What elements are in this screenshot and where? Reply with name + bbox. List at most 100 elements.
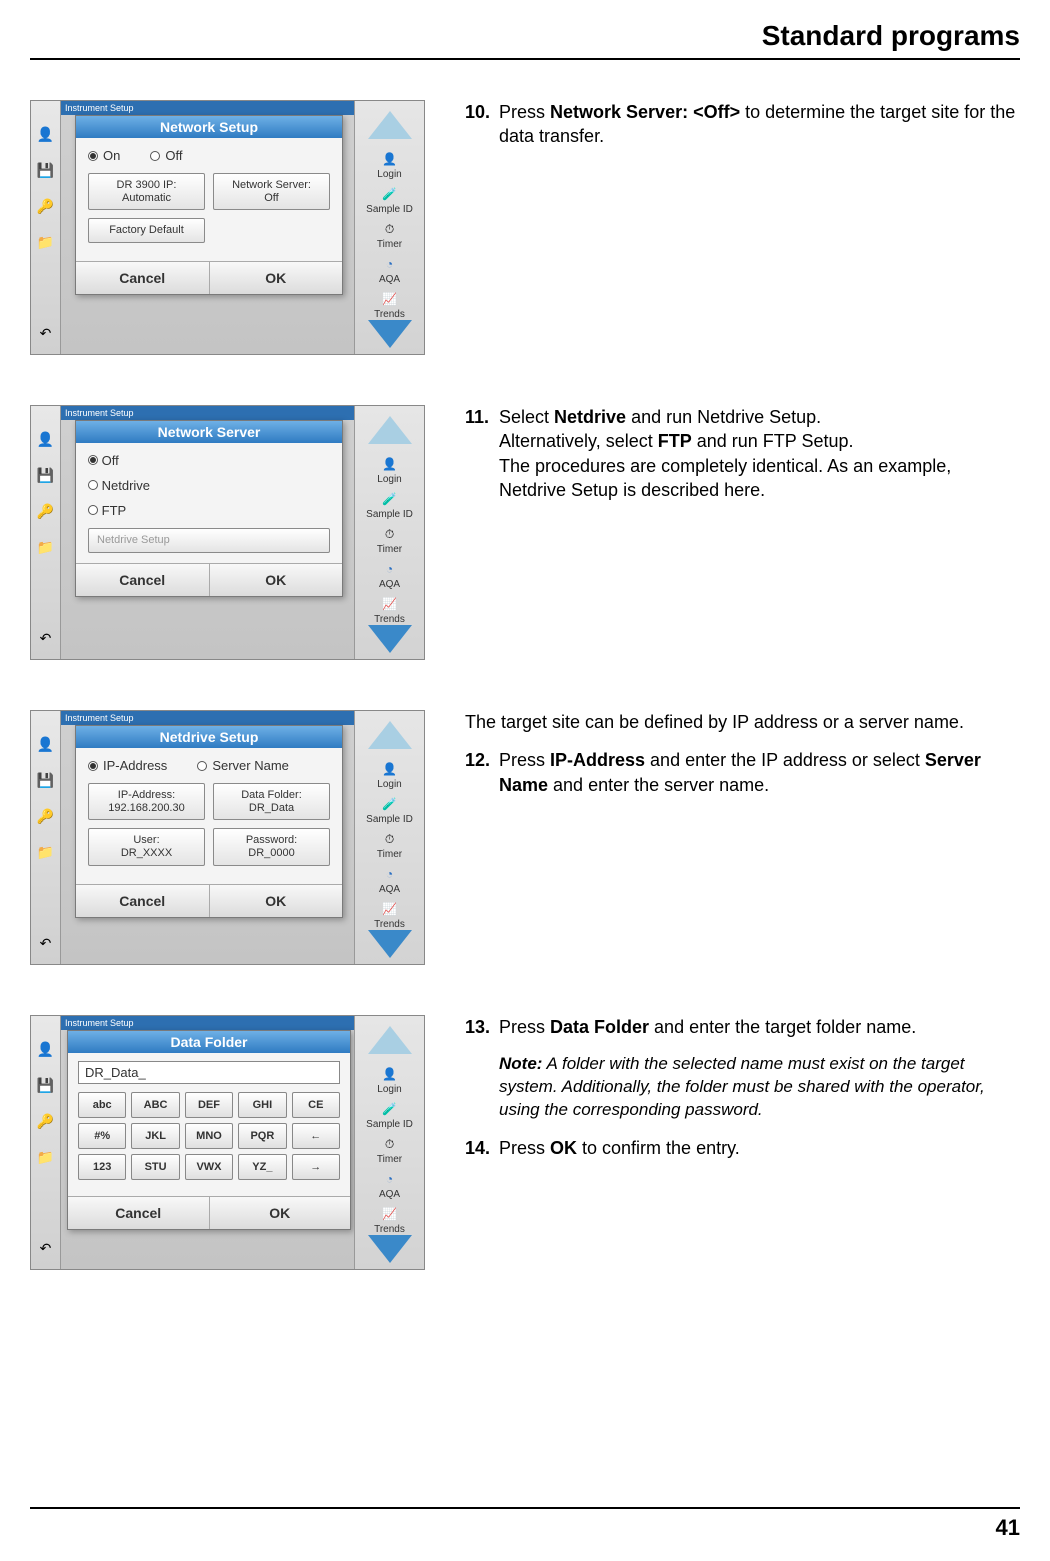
dialog-title: Netdrive Setup: [76, 726, 342, 748]
btn-network-server[interactable]: Network Server:Off: [213, 173, 330, 210]
radio-on-label: On: [103, 148, 120, 163]
radio-off[interactable]: Off: [88, 453, 330, 468]
keypad-key[interactable]: GHI: [238, 1092, 286, 1118]
disk-icon: 💾: [35, 464, 57, 486]
aqa-icon[interactable]: ◔: [380, 1171, 400, 1187]
radio-on[interactable]: On: [88, 148, 120, 163]
trends-icon[interactable]: 📈: [380, 596, 400, 612]
btn-data-folder[interactable]: Data Folder:DR_Data: [213, 783, 330, 820]
step-row-12: 👤 💾 🔑 📁 ↶ Instrument Setup Netdrive Setu…: [30, 710, 1020, 965]
ok-button[interactable]: OK: [210, 885, 343, 917]
radio-ip-address[interactable]: IP-Address: [88, 758, 167, 773]
arrow-up-icon[interactable]: [368, 416, 412, 444]
radio-ftp[interactable]: FTP: [88, 503, 330, 518]
step-text: Press Data Folder and enter the target f…: [499, 1015, 1020, 1039]
keypad-key[interactable]: JKL: [131, 1123, 179, 1149]
keypad-key[interactable]: PQR: [238, 1123, 286, 1149]
cancel-button[interactable]: Cancel: [76, 564, 210, 596]
radio-ftp-label: FTP: [102, 503, 127, 518]
sample-icon[interactable]: 🧪: [380, 491, 400, 507]
trends-label: Trends: [374, 309, 405, 320]
timer-label: Timer: [377, 1154, 402, 1165]
timer-icon[interactable]: ⏱: [380, 831, 400, 847]
folder-icon: 📁: [35, 536, 57, 558]
trends-icon[interactable]: 📈: [380, 291, 400, 307]
folder-icon: 📁: [35, 1146, 57, 1168]
sample-icon[interactable]: 🧪: [380, 1101, 400, 1117]
timer-label: Timer: [377, 239, 402, 250]
sample-label: Sample ID: [366, 204, 413, 215]
screenshot-network-setup: 👤 💾 🔑 📁 ↶ Instrument Setup Network Setup…: [30, 100, 425, 355]
aqa-icon[interactable]: ◔: [380, 866, 400, 882]
sample-label: Sample ID: [366, 1119, 413, 1130]
aqa-label: AQA: [379, 884, 400, 895]
btn-dr3900-ip[interactable]: DR 3900 IP:Automatic: [88, 173, 205, 210]
arrow-down-icon[interactable]: [368, 930, 412, 958]
page-number: 41: [996, 1515, 1020, 1540]
login-icon[interactable]: 👤: [380, 151, 400, 167]
radio-off-label: Off: [165, 148, 182, 163]
radio-off[interactable]: Off: [150, 148, 182, 163]
ok-button[interactable]: OK: [210, 1197, 351, 1229]
arrow-down-icon[interactable]: [368, 320, 412, 348]
keypad-key[interactable]: MNO: [185, 1123, 233, 1149]
step-text: Press IP-Address and enter the IP addres…: [499, 748, 1020, 797]
cancel-button[interactable]: Cancel: [76, 885, 210, 917]
arrow-up-icon[interactable]: [368, 1026, 412, 1054]
dialog-title: Network Server: [76, 421, 342, 443]
radio-sn-label: Server Name: [212, 758, 289, 773]
keypad-key[interactable]: ←: [292, 1123, 340, 1149]
ok-button[interactable]: OK: [210, 262, 343, 294]
keypad-key[interactable]: STU: [131, 1154, 179, 1180]
sample-icon[interactable]: 🧪: [380, 186, 400, 202]
aqa-icon[interactable]: ◔: [380, 256, 400, 272]
ok-button[interactable]: OK: [210, 564, 343, 596]
aqa-icon[interactable]: ◔: [380, 561, 400, 577]
step-number: 13.: [465, 1015, 499, 1039]
text-input[interactable]: DR_Data_: [78, 1061, 340, 1084]
step-number: 11.: [465, 405, 499, 502]
trends-icon[interactable]: 📈: [380, 901, 400, 917]
timer-icon[interactable]: ⏱: [380, 221, 400, 237]
cancel-button[interactable]: Cancel: [76, 262, 210, 294]
btn-ip-address[interactable]: IP-Address:192.168.200.30: [88, 783, 205, 820]
keypad-key[interactable]: 123: [78, 1154, 126, 1180]
radio-server-name[interactable]: Server Name: [197, 758, 289, 773]
timer-label: Timer: [377, 544, 402, 555]
btn-netdrive-setup[interactable]: Netdrive Setup: [88, 528, 330, 553]
keypad-key[interactable]: DEF: [185, 1092, 233, 1118]
step-text: Press Network Server: <Off> to determine…: [499, 100, 1020, 149]
keypad-key[interactable]: ABC: [131, 1092, 179, 1118]
dialog-data-folder: Data Folder DR_Data_ abcABCDEFGHICE #%JKL…: [67, 1030, 351, 1230]
timer-icon[interactable]: ⏱: [380, 1136, 400, 1152]
arrow-down-icon[interactable]: [368, 625, 412, 653]
arrow-up-icon[interactable]: [368, 721, 412, 749]
keypad-key[interactable]: YZ_: [238, 1154, 286, 1180]
login-icon[interactable]: 👤: [380, 1066, 400, 1082]
dialog-title: Data Folder: [68, 1031, 350, 1053]
sample-icon[interactable]: 🧪: [380, 796, 400, 812]
window-strip: Instrument Setup: [61, 406, 354, 420]
keypad-key[interactable]: VWX: [185, 1154, 233, 1180]
login-icon[interactable]: 👤: [380, 761, 400, 777]
radio-netdrive[interactable]: Netdrive: [88, 478, 330, 493]
step-number: 14.: [465, 1136, 499, 1160]
trends-icon[interactable]: 📈: [380, 1206, 400, 1222]
keypad-key[interactable]: #%: [78, 1123, 126, 1149]
timer-icon[interactable]: ⏱: [380, 526, 400, 542]
radio-off-label: Off: [102, 453, 119, 468]
btn-user[interactable]: User:DR_XXXX: [88, 828, 205, 865]
cancel-button[interactable]: Cancel: [68, 1197, 210, 1229]
login-label: Login: [377, 1084, 401, 1095]
arrow-down-icon[interactable]: [368, 1235, 412, 1263]
keypad-key[interactable]: →: [292, 1154, 340, 1180]
login-icon[interactable]: 👤: [380, 456, 400, 472]
window-strip: Instrument Setup: [61, 711, 354, 725]
keypad-key[interactable]: abc: [78, 1092, 126, 1118]
person-icon: 👤: [35, 733, 57, 755]
keypad-key[interactable]: CE: [292, 1092, 340, 1118]
undo-icon: ↶: [35, 932, 57, 954]
btn-password[interactable]: Password:DR_0000: [213, 828, 330, 865]
arrow-up-icon[interactable]: [368, 111, 412, 139]
btn-factory-default[interactable]: Factory Default: [88, 218, 205, 243]
